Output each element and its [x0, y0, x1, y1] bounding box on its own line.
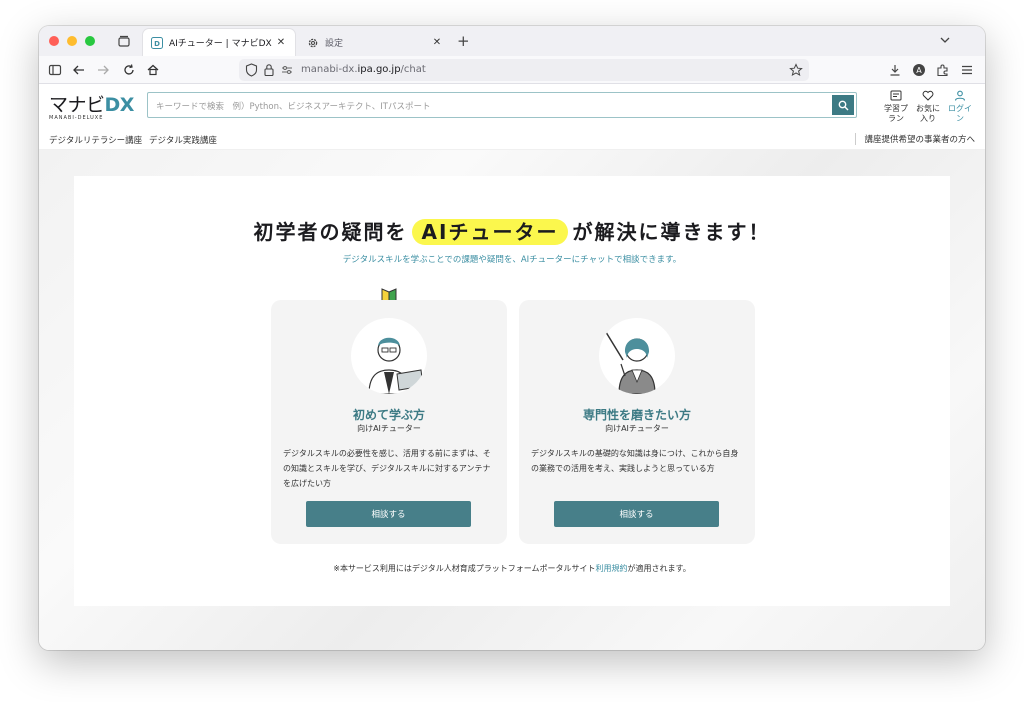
card-description: デジタルスキルの必要性を感じ、活用する前にまずは、その知識とスキルを学び、デジタ…	[283, 449, 491, 488]
window-controls	[49, 36, 95, 46]
forward-arrow-icon[interactable]	[95, 62, 111, 78]
beginner-avatar	[351, 318, 427, 394]
chevron-down-icon[interactable]	[939, 34, 951, 46]
login-button[interactable]: ログイ ン	[945, 90, 975, 124]
close-window-button[interactable]	[49, 36, 59, 46]
card-subtitle: 向けAIチューター	[357, 424, 421, 433]
heart-icon	[922, 90, 934, 101]
manabi-favicon-icon: D	[151, 36, 163, 49]
back-arrow-icon[interactable]	[71, 62, 87, 78]
page-headline: 初学者の疑問を AIチューター が解決に導きます！	[74, 216, 950, 245]
tab-groups-icon[interactable]	[117, 34, 131, 48]
tab-strip: D AIチューター | マナビDX ✕ 設定 ✕ +	[39, 26, 985, 56]
search-icon	[838, 100, 848, 110]
permissions-icon[interactable]	[281, 64, 293, 76]
logo-text: マナビ	[49, 94, 105, 116]
minimize-window-button[interactable]	[67, 36, 77, 46]
subnav-provider-link[interactable]: 講座提供希望の事業者の方へ	[855, 133, 975, 145]
site-header: マナビDX MANABI-DELUXE キーワードで検索 例）Python、ビジ…	[39, 84, 985, 128]
header-item-label: ラン	[888, 114, 904, 123]
card-title: 初めて学ぶ方	[352, 408, 425, 422]
gear-icon	[308, 38, 318, 47]
plan-icon	[890, 90, 902, 101]
person-laptop-illustration	[368, 337, 424, 394]
card-beginner: 初めて学ぶ方 向けAIチューター デジタルスキルの必要性を感じ、活用する前にまず…	[271, 300, 507, 544]
bookmark-star-icon[interactable]	[789, 63, 803, 77]
card-specialist: 専門性を磨きたい方 向けAIチューター デジタルスキルの基礎的な知識は身につけ、…	[519, 300, 755, 544]
url-path: /chat	[400, 64, 426, 75]
headline-highlight: AIチューター	[411, 219, 569, 245]
navigation-bar: manabi-dx.ipa.go.jp/chat A	[39, 56, 985, 84]
learning-plan-button[interactable]: 学習プ ラン	[881, 90, 911, 124]
svg-text:D: D	[154, 40, 160, 48]
person-pointer-illustration	[600, 323, 656, 394]
tab-title: 設定	[325, 39, 344, 49]
user-icon	[954, 90, 966, 101]
download-icon[interactable]	[887, 62, 903, 78]
terms-link[interactable]: 利用規約	[596, 564, 628, 573]
favorites-button[interactable]: お気に 入り	[913, 90, 943, 124]
card-title: 専門性を磨きたい方	[582, 408, 691, 422]
main-panel: 初学者の疑問を AIチューター が解決に導きます！ デジタルスキルを学ぶことでの課題…	[74, 176, 950, 606]
manabi-dx-logo[interactable]: マナビDX MANABI-DELUXE	[49, 90, 139, 124]
logo-dx-text: DX	[104, 94, 135, 116]
lock-icon[interactable]	[263, 63, 275, 77]
svg-text:A: A	[916, 66, 922, 75]
url-text: manabi-dx.ipa.go.jp/chat	[301, 64, 426, 75]
header-item-label: ン	[956, 114, 964, 123]
subnav-digital-literacy[interactable]: デジタルリテラシー講座	[49, 134, 142, 146]
page-subline: デジタルスキルを学ぶことでの課題や疑問を、AIチューターにチャットで相談できます…	[342, 255, 682, 265]
url-domain: ipa.go.jp	[357, 64, 401, 75]
tab-settings[interactable]: 設定 ✕	[301, 29, 449, 56]
header-item-label: ログイ	[948, 104, 972, 113]
specialist-avatar	[599, 318, 675, 394]
search-placeholder: キーワードで検索 例）Python、ビジネスアーキテクト、ITパスポート	[156, 102, 431, 112]
home-icon[interactable]	[145, 62, 161, 78]
sidebar-toggle-icon[interactable]	[47, 62, 63, 78]
headline-text-before: 初学者の疑問を	[253, 220, 408, 244]
header-item-label: お気に	[916, 104, 940, 113]
zoom-window-button[interactable]	[85, 36, 95, 46]
footnote-text-after: が適用されます。	[627, 564, 691, 573]
terms-footnote: ※本サービス利用にはデジタル人材育成プラットフォームポータルサイト利用規約が適用…	[74, 563, 950, 574]
browser-window: D AIチューター | マナビDX ✕ 設定 ✕ + manabi-dx.ipa…	[39, 26, 985, 650]
content-background: 初学者の疑問を AIチューター が解決に導きます！ デジタルスキルを学ぶことでの課題…	[39, 150, 985, 650]
sub-navigation: デジタルリテラシー講座 デジタル実践講座 講座提供希望の事業者の方へ	[39, 128, 985, 150]
header-item-label: 入り	[920, 114, 936, 123]
subnav-digital-practice[interactable]: デジタル実践講座	[149, 134, 217, 146]
menu-hamburger-icon[interactable]	[959, 62, 975, 78]
consult-button-beginner[interactable]: 相談する	[306, 501, 471, 527]
header-item-label: 学習プ	[884, 104, 908, 113]
tab-close-icon[interactable]: ✕	[275, 37, 287, 48]
tab-close-icon[interactable]: ✕	[431, 37, 443, 48]
card-subtitle: 向けAIチューター	[605, 424, 669, 433]
shield-icon[interactable]	[245, 63, 258, 77]
extensions-puzzle-icon[interactable]	[935, 62, 951, 78]
search-button[interactable]	[832, 95, 854, 115]
tab-ai-tutor[interactable]: D AIチューター | マナビDX ✕	[143, 29, 295, 56]
consult-button-specialist[interactable]: 相談する	[554, 501, 719, 527]
reload-icon[interactable]	[121, 62, 137, 78]
tab-title: AIチューター | マナビDX	[169, 39, 272, 49]
headline-text-after: が解決に導きます！	[572, 220, 771, 244]
url-bar[interactable]: manabi-dx.ipa.go.jp/chat	[239, 59, 809, 81]
card-description: デジタルスキルの基礎的な知識は身につけ、これから自身の業務での活用を考え、実践し…	[531, 449, 739, 473]
search-input[interactable]: キーワードで検索 例）Python、ビジネスアーキテクト、ITパスポート	[147, 92, 857, 118]
new-tab-plus-icon[interactable]: +	[457, 32, 470, 50]
footnote-text: ※本サービス利用にはデジタル人材育成プラットフォームポータルサイト	[333, 564, 596, 573]
account-avatar-icon[interactable]: A	[911, 62, 927, 78]
